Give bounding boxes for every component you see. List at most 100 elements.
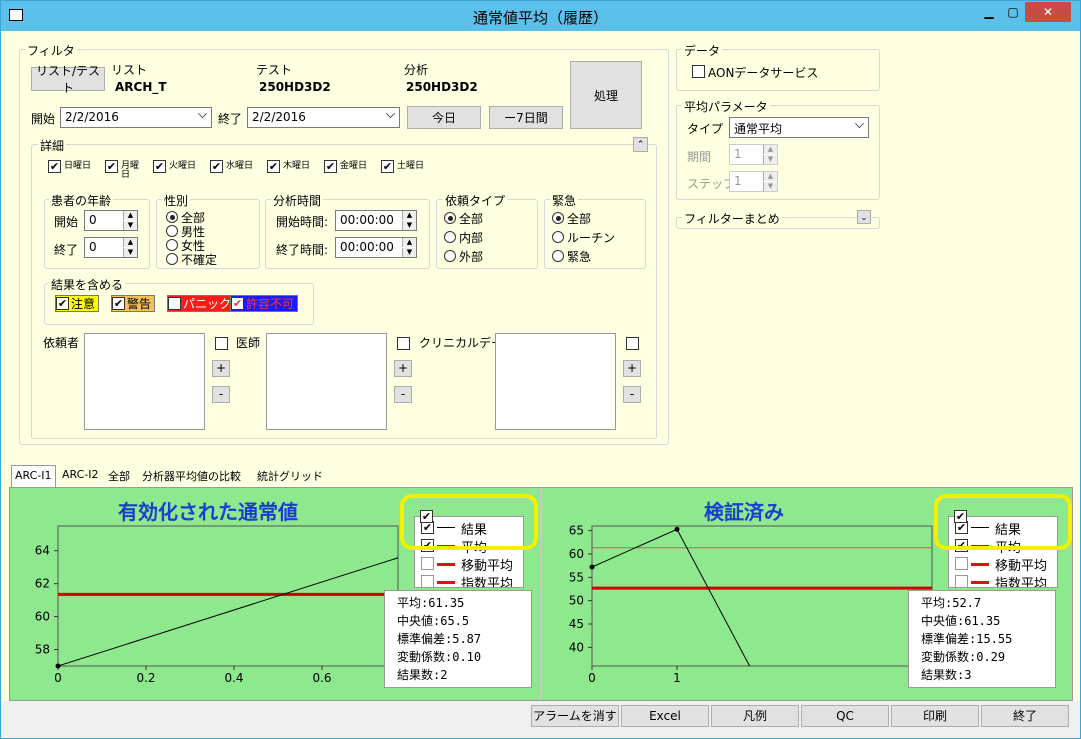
requester-remove-button[interactable]: - <box>212 386 230 403</box>
radio-button[interactable] <box>166 253 178 265</box>
maximize-button[interactable]: ▢ <box>1001 2 1025 22</box>
tab-4[interactable]: 統計グリッド <box>254 465 326 487</box>
end-time-stepper[interactable]: 00:00:00 ▲ ▼ <box>335 237 417 258</box>
plot-area <box>57 525 399 667</box>
spin-up-icon[interactable]: ▲ <box>763 145 777 154</box>
spin-down-icon[interactable]: ▼ <box>763 155 777 164</box>
spin-down-icon[interactable]: ▼ <box>123 248 137 257</box>
requester-add-button[interactable]: + <box>212 360 230 377</box>
legend-label: 指数平均 <box>995 577 1048 588</box>
spin-up-icon[interactable]: ▲ <box>123 211 137 220</box>
analysis-time-label: 分析時間 <box>271 192 324 209</box>
day-checkbox[interactable]: ✔ <box>105 160 118 173</box>
doctor-checkbox[interactable] <box>397 337 410 350</box>
tab-1[interactable]: ARC-I2 <box>59 465 102 487</box>
result-tag-2[interactable]: ✔ パニック <box>167 295 236 312</box>
legend-checkbox[interactable] <box>421 557 434 570</box>
bottom-button-3[interactable]: QC <box>801 705 889 727</box>
x-tick-label: 0.2 <box>136 671 155 685</box>
stat-line: 標準偏差:5.87 <box>397 632 482 646</box>
list-test-button[interactable]: リスト/テスト <box>31 64 105 95</box>
radio-label: 内部 <box>459 231 484 245</box>
day-checkbox[interactable]: ✔ <box>153 160 166 173</box>
process-button[interactable]: 処理 <box>570 61 642 129</box>
radio-button[interactable] <box>444 231 456 243</box>
aon-checkbox[interactable] <box>692 65 705 78</box>
legend-checkbox[interactable] <box>421 575 434 587</box>
spin-down-icon[interactable]: ▼ <box>763 182 777 191</box>
result-tag-1[interactable]: ✔ 警告 <box>111 295 156 312</box>
clinical-remove-button[interactable]: - <box>623 386 641 403</box>
radio-button[interactable] <box>166 211 178 223</box>
age-end-stepper[interactable]: 0 ▲ ▼ <box>84 237 138 258</box>
doctor-add-button[interactable]: + <box>394 360 412 377</box>
requester-checkbox[interactable] <box>215 337 228 350</box>
bottom-button-2[interactable]: 凡例 <box>711 705 799 727</box>
radio-button[interactable] <box>444 212 456 224</box>
collapse-icon[interactable]: ⌃ <box>633 137 648 152</box>
day-checkbox[interactable]: ✔ <box>210 160 223 173</box>
spin-up-icon[interactable]: ▲ <box>402 238 416 247</box>
y-tick-label: 58 <box>35 643 50 657</box>
today-button[interactable]: 今日 <box>407 106 481 129</box>
period-value: 1 <box>734 147 742 161</box>
minimize-button[interactable]: ▁ <box>977 2 1001 22</box>
spin-down-icon[interactable]: ▼ <box>402 221 416 230</box>
doctor-label: 医師 <box>236 336 261 350</box>
radio-button[interactable] <box>444 250 456 262</box>
age-end-label: 終了 <box>54 243 79 257</box>
x-tick-label: 0.6 <box>312 671 331 685</box>
legend-line-icon <box>437 581 455 584</box>
start-time-stepper[interactable]: 00:00:00 ▲ ▼ <box>335 210 417 231</box>
legend-checkbox[interactable] <box>955 575 968 587</box>
tag-checkbox[interactable]: ✔ <box>112 297 125 310</box>
age-start-stepper[interactable]: 0 ▲ ▼ <box>84 210 138 231</box>
close-button[interactable]: ✕ <box>1025 2 1071 22</box>
day-checkbox[interactable]: ✔ <box>267 160 280 173</box>
tag-checkbox[interactable]: ✔ <box>168 297 181 310</box>
bottom-button-4[interactable]: 印刷 <box>891 705 979 727</box>
radio-button[interactable] <box>552 231 564 243</box>
spin-up-icon[interactable]: ▲ <box>402 211 416 220</box>
expand-icon[interactable]: ⌄ <box>857 210 871 224</box>
minus-7-days-button[interactable]: ー7日間 <box>489 106 563 129</box>
spin-down-icon[interactable]: ▼ <box>402 248 416 257</box>
tag-checkbox[interactable]: ✔ <box>231 297 244 310</box>
start-date-picker[interactable]: 2/2/2016 <box>60 107 212 128</box>
window-title: 通常値平均（履歴） <box>472 9 608 27</box>
type-select[interactable]: 通常平均 <box>729 117 869 138</box>
list-label: リスト <box>111 63 148 77</box>
end-date-picker[interactable]: 2/2/2016 <box>247 107 400 128</box>
radio-button[interactable] <box>166 239 178 251</box>
day-checkbox[interactable]: ✔ <box>381 160 394 173</box>
tag-checkbox[interactable]: ✔ <box>56 297 69 310</box>
legend-checkbox[interactable] <box>955 557 968 570</box>
title-bar[interactable]: 通常値平均（履歴） ▁ ▢ ✕ <box>1 1 1080 31</box>
clinical-add-button[interactable]: + <box>623 360 641 377</box>
chart-verified: 検証済み 65 60 55 50 45 40 0 1 ✔ 結果 ✔ 平均 移動平均 指数平均 ✔ 平均:52.7… <box>542 488 1072 700</box>
radio-button[interactable] <box>166 225 178 237</box>
clinical-data-list[interactable] <box>495 333 616 430</box>
tab-3[interactable]: 分析器平均値の比較 <box>139 465 244 487</box>
tab-2[interactable]: 全部 <box>105 465 133 487</box>
step-stepper[interactable]: 1 ▲ ▼ <box>729 171 778 192</box>
spin-up-icon[interactable]: ▲ <box>763 172 777 181</box>
day-checkbox[interactable]: ✔ <box>48 160 61 173</box>
radio-button[interactable] <box>552 212 564 224</box>
spin-down-icon[interactable]: ▼ <box>123 221 137 230</box>
requester-list[interactable] <box>84 333 205 430</box>
bottom-button-0[interactable]: アラームを消す <box>531 705 619 727</box>
doctor-list[interactable] <box>266 333 387 430</box>
day-checkbox[interactable]: ✔ <box>324 160 337 173</box>
bottom-button-5[interactable]: 終了 <box>981 705 1069 727</box>
result-tag-3[interactable]: ✔ 許容不可 <box>230 295 299 312</box>
spin-up-icon[interactable]: ▲ <box>123 238 137 247</box>
bottom-button-1[interactable]: Excel <box>621 705 709 727</box>
result-tag-0[interactable]: ✔ 注意 <box>55 295 100 312</box>
tab-0[interactable]: ARC-I1 <box>11 465 56 487</box>
clinical-data-checkbox[interactable] <box>626 337 639 350</box>
doctor-remove-button[interactable]: - <box>394 386 412 403</box>
period-stepper[interactable]: 1 ▲ ▼ <box>729 144 778 165</box>
radio-button[interactable] <box>552 250 564 262</box>
urgent-label: 緊急 <box>550 192 579 209</box>
